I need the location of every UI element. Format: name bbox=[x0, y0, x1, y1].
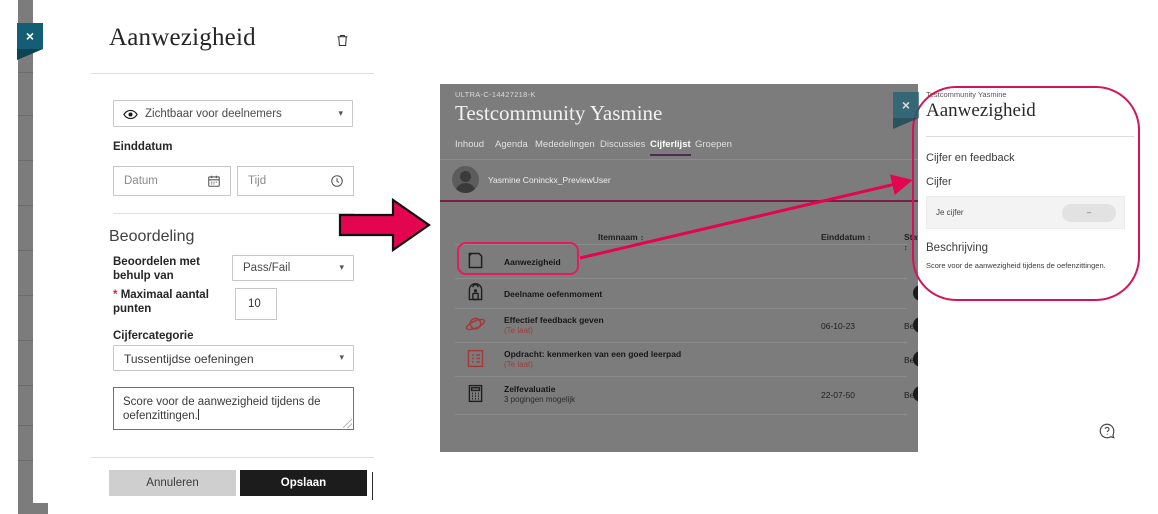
description-value: Score voor de aanwezigheid tijdens de oe… bbox=[123, 396, 321, 422]
time-input[interactable]: Tijd bbox=[237, 166, 354, 196]
chevron-down-icon: ▾ bbox=[339, 261, 344, 272]
date-placeholder: Datum bbox=[124, 175, 158, 187]
text-caret bbox=[197, 409, 199, 420]
grade-with-label: Beoordelen met behulp van bbox=[113, 256, 200, 282]
row-title: Opdracht: kenmerken van een goed leerpad bbox=[504, 349, 682, 359]
backpack-icon bbox=[465, 282, 487, 304]
checklist-icon bbox=[465, 348, 487, 370]
close-icon: × bbox=[901, 97, 911, 113]
cancel-button[interactable]: Annuleren bbox=[109, 470, 236, 496]
row-subtitle: (Te laat) bbox=[504, 360, 533, 369]
tab-mededelingen[interactable]: Mededelingen bbox=[535, 139, 595, 150]
section-heading-beoordeling: Beoordeling bbox=[109, 228, 195, 245]
table-row[interactable]: Effectief feedback geven (Te laat) 06-10… bbox=[440, 308, 918, 342]
close-button[interactable]: × bbox=[17, 23, 43, 60]
cijfercategorie-label: Cijfercategorie bbox=[113, 330, 194, 342]
cijfercategorie-select[interactable]: Tussentijdse oefeningen ▾ bbox=[113, 345, 354, 371]
divider bbox=[91, 73, 374, 74]
maxpoints-value: 10 bbox=[248, 298, 261, 310]
tab-inhoud[interactable]: Inhoud bbox=[455, 139, 484, 150]
tab-cijferlijst[interactable]: Cijferlijst bbox=[650, 139, 691, 156]
row-date: 06-10-23 bbox=[821, 321, 856, 331]
text-cursor bbox=[372, 472, 373, 500]
chevron-down-icon: ▾ bbox=[339, 351, 344, 362]
avatar-body bbox=[455, 183, 476, 193]
row-divider bbox=[455, 342, 907, 343]
maxpoints-input[interactable]: 10 bbox=[235, 288, 277, 320]
tab-agenda[interactable]: Agenda bbox=[495, 139, 528, 150]
row-divider bbox=[455, 376, 907, 377]
row-title: Deelname oefenmoment bbox=[504, 289, 603, 299]
attendance-edit-panel: Aanwezigheid Zichtbaar voor deelnemers ▾… bbox=[33, 0, 374, 503]
time-placeholder: Tijd bbox=[248, 175, 267, 187]
table-row[interactable]: Opdracht: kenmerken van een goed leerpad… bbox=[440, 342, 918, 376]
right-arrow bbox=[338, 196, 432, 254]
tab-groepen[interactable]: Groepen bbox=[695, 139, 732, 150]
close-icon: × bbox=[25, 28, 35, 44]
table-row[interactable]: Deelname oefenmoment bbox=[440, 278, 918, 308]
grade-with-select[interactable]: Pass/Fail ▾ bbox=[232, 255, 354, 281]
grade-with-value: Pass/Fail bbox=[243, 262, 291, 274]
row-title: Zelfevaluatie bbox=[504, 384, 556, 394]
required-star: * bbox=[113, 289, 118, 301]
einddatum-label: Einddatum bbox=[113, 141, 173, 153]
divider bbox=[113, 213, 354, 214]
row-subtitle: 3 pogingen mogelijk bbox=[504, 395, 576, 404]
tab-discussies[interactable]: Discussies bbox=[600, 139, 645, 150]
page-title: Aanwezigheid bbox=[109, 24, 256, 51]
attendance-edit-panel-body: Aanwezigheid Zichtbaar voor deelnemers ▾… bbox=[57, 0, 374, 503]
course-navbar: Inhoud Agenda Mededelingen Discussies Ci… bbox=[440, 136, 918, 159]
planet-icon bbox=[465, 314, 487, 336]
callout-arrow bbox=[560, 160, 920, 280]
description-textarea[interactable]: Score voor de aanwezigheid tijdens de oe… bbox=[113, 387, 354, 430]
maxpoints-label: * Maximaal aantal punten bbox=[113, 288, 223, 316]
cijfercategorie-value: Tussentijdse oefeningen bbox=[124, 352, 254, 366]
row-title: Effectief feedback geven bbox=[504, 315, 604, 325]
avatar bbox=[452, 166, 479, 193]
highlight-oval bbox=[912, 86, 1140, 301]
help-icon[interactable] bbox=[1098, 422, 1116, 440]
avatar-head bbox=[460, 171, 471, 182]
table-bottom-divider bbox=[455, 414, 907, 415]
table-row[interactable]: Zelfevaluatie 3 pogingen mogelijk 22-07-… bbox=[440, 376, 918, 414]
calendar-icon bbox=[207, 174, 221, 188]
course-title: Testcommunity Yasmine bbox=[455, 101, 663, 125]
resize-handle-icon[interactable] bbox=[343, 419, 352, 428]
date-input[interactable]: Datum bbox=[113, 166, 231, 196]
row-subtitle: (Te laat) bbox=[504, 326, 533, 335]
trash-icon[interactable] bbox=[334, 33, 350, 49]
course-id: ULTRA-C-14427218-K bbox=[455, 90, 536, 99]
save-button[interactable]: Opslaan bbox=[240, 470, 367, 496]
chevron-down-icon: ▾ bbox=[338, 107, 343, 118]
clock-icon bbox=[330, 174, 344, 188]
calculator-icon bbox=[465, 383, 487, 405]
row-divider bbox=[455, 308, 907, 309]
row-date: 22-07-50 bbox=[821, 390, 856, 400]
eye-icon bbox=[123, 107, 138, 122]
maxpoints-label-text: Maximaal aantal punten bbox=[113, 289, 209, 315]
visibility-select[interactable]: Zichtbaar voor deelnemers ▾ bbox=[113, 100, 353, 127]
visibility-value: Zichtbaar voor deelnemers bbox=[145, 108, 282, 120]
close-button[interactable]: × bbox=[893, 92, 919, 129]
